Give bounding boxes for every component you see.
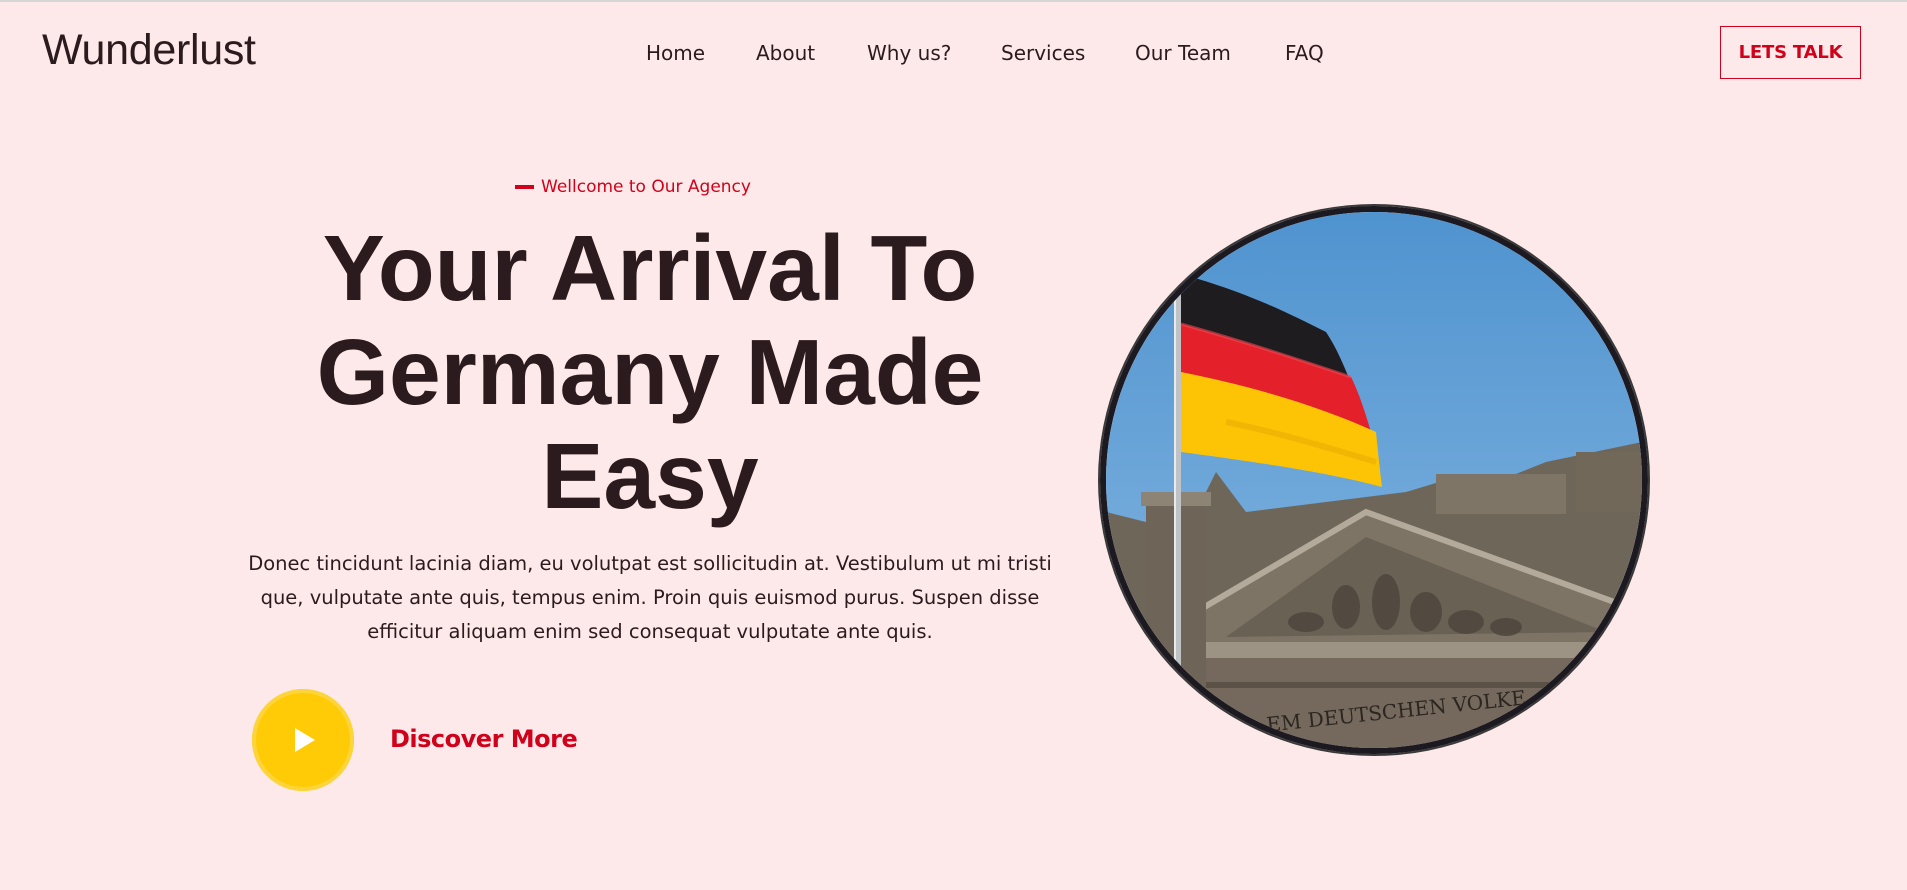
hero-image-germany-flag: EM DEUTSCHEN VOLKE xyxy=(1100,206,1648,754)
hero-title-line-1: Your Arrival To xyxy=(322,216,978,320)
lets-talk-button[interactable]: LETS TALK xyxy=(1720,26,1861,79)
hero-title: Your Arrival To Germany Made Easy xyxy=(200,216,1100,528)
nav-link-our-team[interactable]: Our Team xyxy=(1135,40,1231,66)
nav-link-faq[interactable]: FAQ xyxy=(1285,40,1324,66)
nav-link-services[interactable]: Services xyxy=(1001,40,1085,66)
nav-link-about[interactable]: About xyxy=(756,40,815,66)
hero-title-line-2: Germany Made xyxy=(316,320,984,424)
main-nav: Home About Why us? Services Our Team FAQ xyxy=(0,40,1907,66)
hero-eyebrow: Wellcome to Our Agency xyxy=(515,175,751,199)
flag-building-illustration: EM DEUTSCHEN VOLKE xyxy=(1106,212,1642,748)
play-icon xyxy=(295,728,315,752)
hero-description: Donec tincidunt lacinia diam, eu volutpa… xyxy=(248,552,1052,643)
nav-link-why-us[interactable]: Why us? xyxy=(867,40,951,66)
discover-more-link[interactable]: Discover More xyxy=(390,724,578,754)
nav-link-home[interactable]: Home xyxy=(646,40,705,66)
play-video-button[interactable] xyxy=(252,689,354,791)
eyebrow-text: Wellcome to Our Agency xyxy=(541,177,751,197)
eyebrow-dash xyxy=(515,185,534,189)
top-border xyxy=(0,0,1907,2)
hero-title-line-3: Easy xyxy=(541,424,759,528)
